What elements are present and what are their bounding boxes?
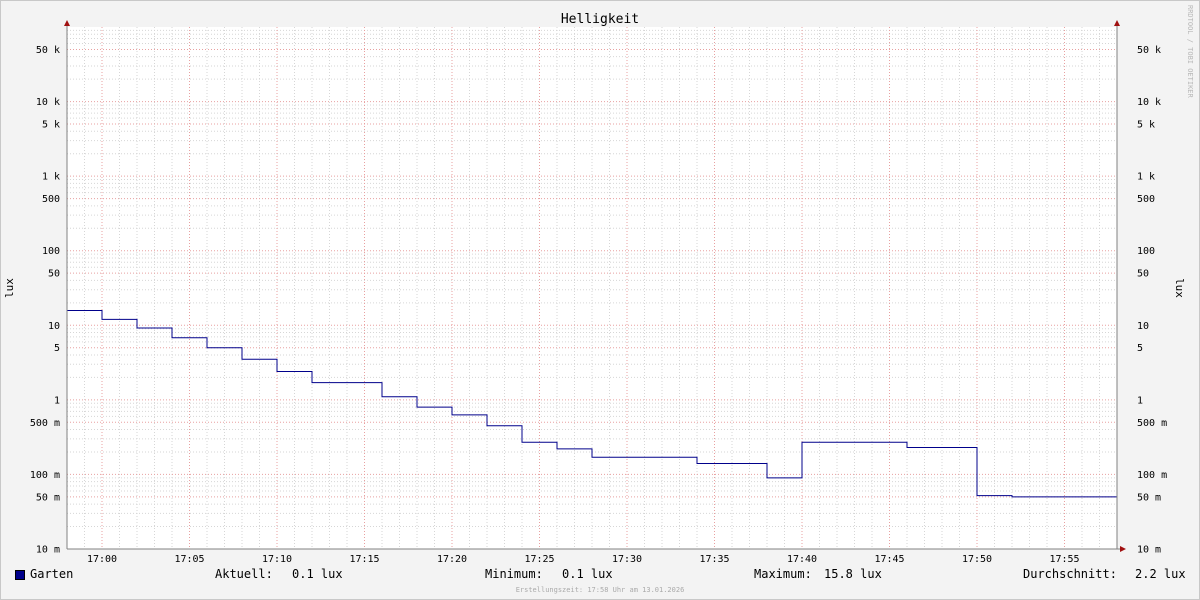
x-tick-label: 17:25 <box>524 554 554 565</box>
legend-avg-value: 2.2 lux <box>1135 567 1186 581</box>
x-tick-label: 17:15 <box>349 554 379 565</box>
legend-min-label: Minimum: <box>485 567 543 581</box>
y-tick-label-left: 5 k <box>42 120 60 131</box>
y-tick-label-left: 5 <box>54 343 60 354</box>
x-tick-label: 17:45 <box>874 554 904 565</box>
y-axis-left-arrow <box>64 20 70 26</box>
y-tick-labels-left: 10 m 50 m 100 m 500 m 1 5 10 50 100 500 1 k 5 k 10 k… <box>30 45 60 556</box>
y-axis-right-arrow <box>1114 20 1120 26</box>
y-tick-label-left: 100 <box>42 246 60 257</box>
y-tick-label-left: 100 m <box>30 470 60 481</box>
chart-title: Helligkeit <box>561 12 639 27</box>
y-tick-label-right: 1 <box>1137 395 1143 406</box>
y-tick-label-right: 1 k <box>1137 172 1155 183</box>
y-tick-labels-right: 10 m 50 m 100 m 500 m 1 5 10 50 100 500 1 k 5 k 10 k… <box>1137 45 1167 556</box>
x-tick-label: 17:50 <box>962 554 992 565</box>
legend-swatch-garten <box>15 570 25 580</box>
x-axis-arrow <box>1120 546 1126 552</box>
creation-timestamp: Erstellungszeit: 17:58 Uhr am 13.01.2026 <box>516 586 685 594</box>
x-tick-label: 17:40 <box>787 554 817 565</box>
y-tick-label-right: 500 <box>1137 194 1155 205</box>
y-tick-label-right: 10 m <box>1137 545 1161 556</box>
legend-current-value: 0.1 lux <box>292 567 343 581</box>
x-tick-label: 17:35 <box>699 554 729 565</box>
y-tick-label-right: 10 k <box>1137 97 1161 108</box>
x-tick-label: 17:05 <box>174 554 204 565</box>
y-tick-label-right: 5 k <box>1137 120 1155 131</box>
legend-max-label: Maximum: <box>754 567 812 581</box>
x-tick-label: 17:20 <box>437 554 467 565</box>
y-tick-label-right: 100 m <box>1137 470 1167 481</box>
x-tick-label: 17:00 <box>87 554 117 565</box>
y-tick-label-right: 50 k <box>1137 45 1161 56</box>
legend-series-name: Garten <box>30 567 74 581</box>
y-tick-label-right: 5 <box>1137 343 1143 354</box>
y-tick-label-left: 50 <box>48 269 60 280</box>
y-tick-label-right: 50 <box>1137 269 1149 280</box>
y-axis-label-left: lux <box>3 278 16 298</box>
y-tick-label-left: 50 k <box>36 45 60 56</box>
y-tick-label-left: 50 m <box>36 492 60 503</box>
x-tick-label: 17:30 <box>612 554 642 565</box>
x-tick-labels: 17:00 17:05 17:10 17:15 17:20 17:25 17:30 17:35… <box>87 554 1080 565</box>
x-tick-label: 17:10 <box>262 554 292 565</box>
y-tick-label-right: 100 <box>1137 246 1155 257</box>
legend-max-value: 15.8 lux <box>824 567 882 581</box>
x-tick-label: 17:55 <box>1049 554 1079 565</box>
y-tick-label-left: 500 m <box>30 418 60 429</box>
y-tick-label-left: 10 <box>48 321 60 332</box>
legend: Garten Aktuell: 0.1 lux Minimum: 0.1 lux… <box>0 567 1200 583</box>
y-tick-label-left: 1 <box>54 395 60 406</box>
y-tick-label-left: 1 k <box>42 172 60 183</box>
legend-avg-label: Durchschnitt: <box>1023 567 1117 581</box>
legend-current-label: Aktuell: <box>215 567 273 581</box>
chart-svg: 10 m 50 m 100 m 500 m 1 5 10 50 100 500 1 k 5 k 10 k… <box>3 5 1194 594</box>
y-tick-label-left: 500 <box>42 194 60 205</box>
y-tick-label-right: 500 m <box>1137 418 1167 429</box>
legend-min-value: 0.1 lux <box>562 567 613 581</box>
y-tick-label-right: 10 <box>1137 321 1149 332</box>
y-axis-label-right: lux <box>1173 278 1186 298</box>
y-tick-label-left: 10 m <box>36 545 60 556</box>
watermark: RRDTOOL / TOBI OETIKER <box>1186 5 1194 99</box>
y-tick-label-right: 50 m <box>1137 492 1161 503</box>
y-tick-label-left: 10 k <box>36 97 60 108</box>
